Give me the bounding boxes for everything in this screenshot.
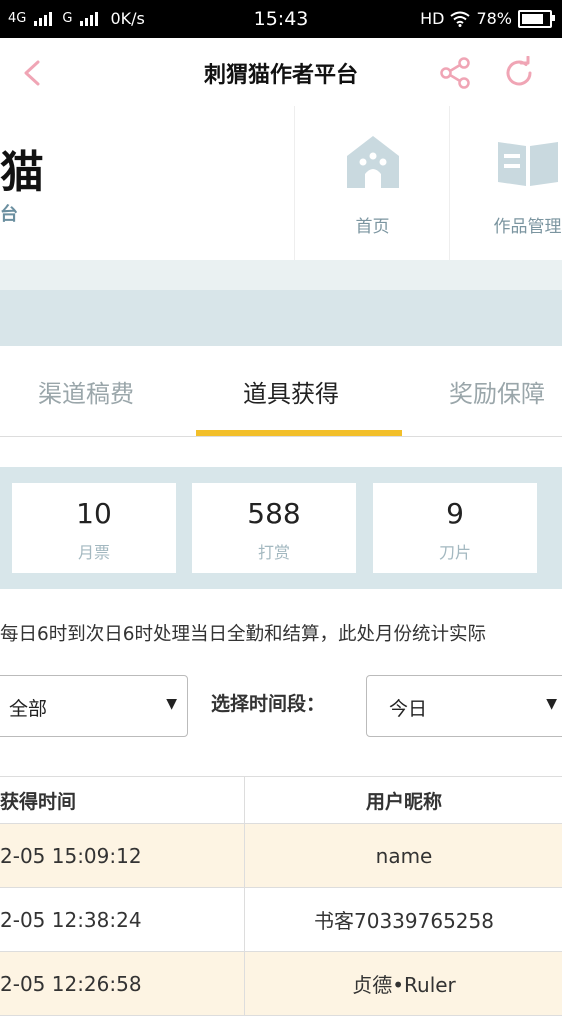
cell-user: 书客70339765258 [244, 888, 562, 951]
cell-time: 2-05 15:09:12 [0, 843, 142, 868]
tab-bar: 渠道稿费 道具获得 奖励保障 [0, 346, 562, 437]
stat-card-blades: 9 刀片 [373, 483, 537, 573]
home-icon [347, 136, 399, 188]
logo-text: 猫 [0, 147, 44, 198]
chevron-down-icon: ▼ [546, 696, 557, 712]
settlement-notice: 每日6时到次日6时处理当日全勤和结算，此处月份统计实际 [0, 624, 487, 645]
quick-link-home[interactable]: 首页 [295, 106, 450, 260]
wifi-icon [450, 11, 471, 27]
spacer-band [0, 290, 562, 346]
quick-link-works[interactable]: 作品管理 [450, 106, 562, 260]
hd-indicator: HD [420, 9, 445, 28]
share-icon[interactable] [438, 56, 472, 90]
cell-time: 2-05 12:26:58 [0, 971, 142, 996]
cell-user: name [244, 824, 562, 887]
platform-header: 猫 台 首页 作品管理 [0, 106, 562, 260]
table-row: 2-05 12:26:58 贞德•Ruler [0, 952, 562, 1016]
column-header-time: 获得时间 [0, 790, 77, 813]
quick-link-label: 作品管理 [493, 217, 562, 237]
quick-link-label: 首页 [355, 217, 390, 237]
spacer-band [0, 260, 562, 290]
tab-items-received[interactable]: 道具获得 [243, 374, 339, 409]
stat-card-monthly-ticket: 10 月票 [12, 483, 176, 573]
select-value: 今日 [389, 698, 428, 720]
battery-percent: 78% [476, 9, 512, 28]
table-row: 2-05 15:09:12 name [0, 824, 562, 888]
stat-card-tips: 588 打赏 [192, 483, 356, 573]
logo-subtitle: 台 [0, 204, 18, 225]
book-icon [498, 142, 558, 186]
cell-time: 2-05 12:38:24 [0, 907, 142, 932]
stat-value: 10 [76, 497, 112, 530]
battery-icon [518, 9, 555, 28]
page-title: 刺猬猫作者平台 [203, 63, 358, 88]
select-value: 全部 [9, 698, 48, 720]
status-bar: 4G G 0K/s 15:43 HD 78% [0, 0, 562, 38]
stat-label: 打赏 [257, 543, 290, 562]
period-select[interactable]: 今日 ▼ [366, 675, 562, 737]
tab-rewards[interactable]: 奖励保障 [449, 374, 545, 409]
refresh-icon[interactable] [502, 56, 536, 90]
stat-value: 588 [247, 497, 301, 530]
stat-label: 月票 [77, 543, 110, 562]
records-table: 获得时间 用户昵称 2-05 15:09:12 name 2-05 12:38:… [0, 776, 562, 1016]
stats-panel: 10 月票 588 打赏 9 刀片 [0, 467, 562, 589]
table-header-row: 获得时间 用户昵称 [0, 777, 562, 824]
period-label: 选择时间段： [211, 693, 326, 715]
active-tab-indicator [196, 430, 402, 436]
stat-label: 刀片 [438, 543, 471, 562]
column-header-user: 用户昵称 [244, 777, 562, 823]
chevron-down-icon: ▼ [166, 696, 177, 712]
type-select[interactable]: 全部 ▼ [0, 675, 188, 737]
stat-value: 9 [446, 497, 464, 530]
table-row: 2-05 12:38:24 书客70339765258 [0, 888, 562, 952]
nav-bar: 刺猬猫作者平台 [0, 38, 562, 107]
cell-user: 贞德•Ruler [244, 952, 562, 1015]
tab-channel-fees[interactable]: 渠道稿费 [38, 374, 134, 409]
